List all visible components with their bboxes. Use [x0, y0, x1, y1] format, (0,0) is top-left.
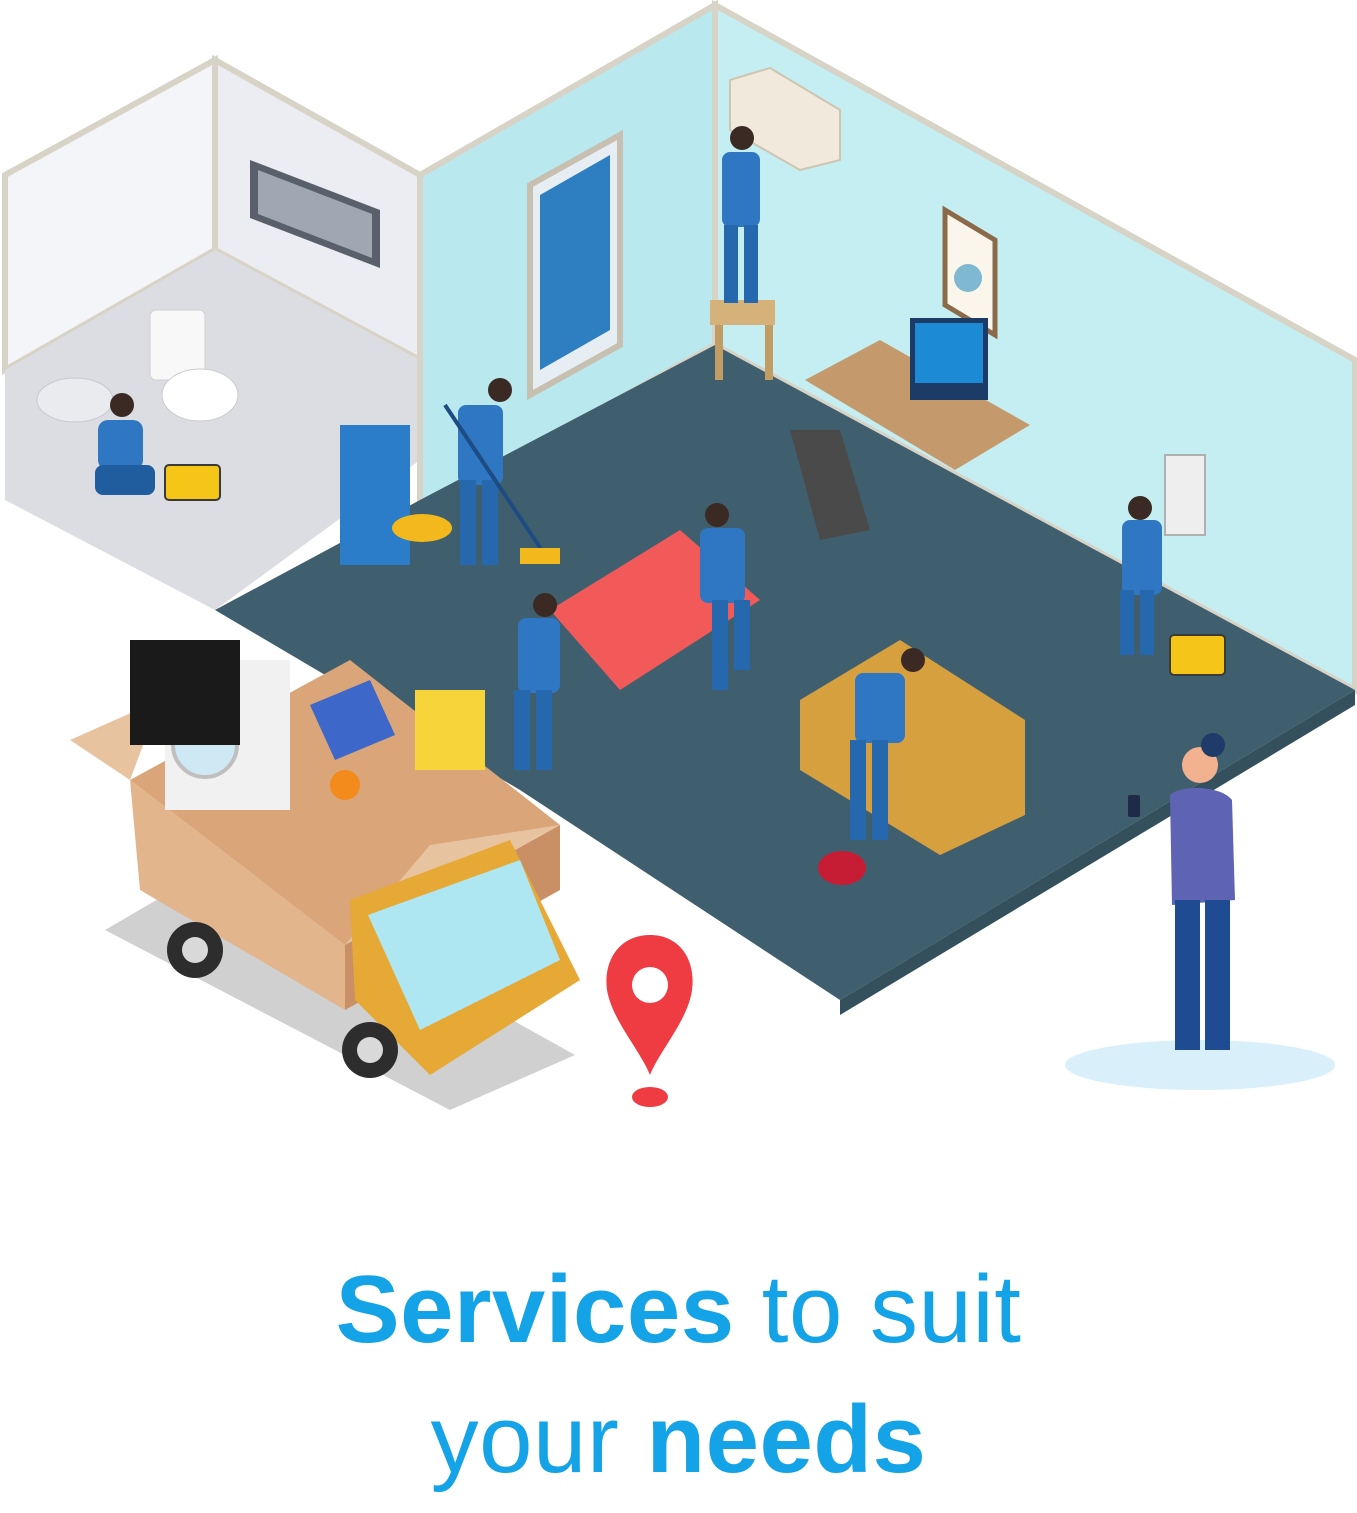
headline-text-to-suit: to suit — [734, 1256, 1022, 1363]
headline-text-your: your — [430, 1386, 647, 1493]
headline-bold-needs: needs — [646, 1386, 927, 1493]
map-pin-icon — [606, 935, 693, 1107]
headline-bold-services: Services — [335, 1256, 735, 1363]
cleaning-cart — [340, 425, 410, 565]
headline-line-2: your needs — [0, 1385, 1357, 1495]
services-illustration — [1, 0, 1357, 1110]
toolbox — [164, 464, 221, 501]
headline-line-1: Services to suit — [0, 1255, 1357, 1365]
vacuum — [818, 851, 866, 885]
